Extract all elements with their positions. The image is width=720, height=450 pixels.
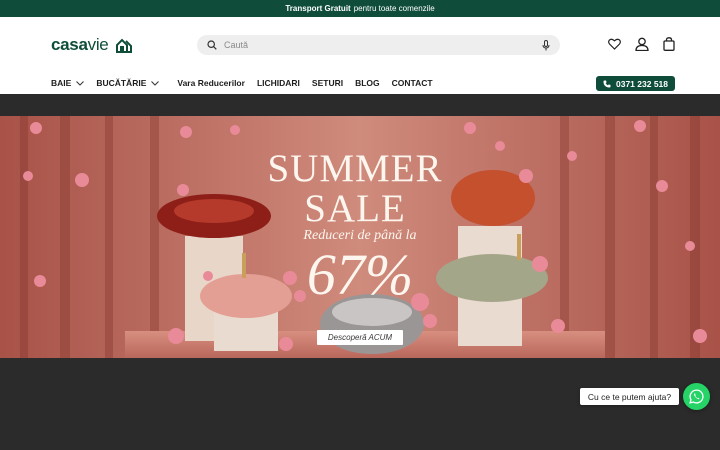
nav-item-contact[interactable]: CONTACT [392,78,433,88]
cart-icon[interactable] [663,37,675,51]
nav-label: BLOG [355,78,380,88]
house-icon [116,38,133,53]
nav-label: BAIE [51,78,72,88]
nav-item-blog[interactable]: BLOG [355,78,380,88]
nav-item-vara-reducerilor[interactable]: Vara Reducerilor [177,78,245,88]
main-nav: BAIE BUCĂTĂRIE Vara Reducerilor LICHIDAR… [51,77,445,89]
chevron-down-icon [76,80,85,86]
hero-banner[interactable]: SUMMER SALE Reduceri de până la 67% Desc… [0,116,720,358]
phone-number: 0371 232 518 [616,78,668,89]
nav-label: Vara Reducerilor [177,78,245,88]
site-header: casa vie Caută BAIE BUCĂTĂRIE Vara Reduc… [0,17,720,94]
logo-text-casa: casa [51,35,88,54]
announcement-bar: Transport Gratuit pentru toate comenzile [0,0,720,17]
microphone-icon[interactable] [542,39,550,51]
user-icon[interactable] [635,37,649,51]
nav-label: CONTACT [391,78,433,88]
logo-text-vie: vie [87,35,109,54]
search-icon [207,40,217,50]
whatsapp-icon [689,389,704,404]
chat-prompt[interactable]: Cu ce te putem ajuta? [580,388,679,405]
announcement-text: pentru toate comenzile [353,4,435,13]
nav-item-seturi[interactable]: SETURI [312,78,343,88]
nav-item-lichidari[interactable]: LICHIDARI [257,78,300,88]
nav-label: SETURI [311,78,344,88]
header-icons [608,37,675,51]
nav-item-baie[interactable]: BAIE [51,78,85,88]
phone-icon [603,80,611,87]
nav-label: LICHIDARI [256,78,300,88]
discover-now-button[interactable]: Descoperă ACUM [317,330,403,345]
phone-button[interactable]: 0371 232 518 [596,76,675,91]
chevron-down-icon [151,80,160,86]
logo[interactable]: casa vie [51,35,133,54]
hero-title-line2: SALE [304,187,406,230]
spacer [0,94,720,116]
whatsapp-button[interactable] [683,383,710,410]
search-bar[interactable]: Caută [197,35,560,55]
announcement-bold: Transport Gratuit [285,4,351,13]
heart-icon[interactable] [608,38,621,50]
nav-item-bucatarie[interactable]: BUCĂTĂRIE [96,78,160,88]
search-input[interactable]: Caută [224,40,542,50]
hero-title: SUMMER SALE [230,149,480,229]
hero-title-line1: SUMMER [267,147,443,190]
hero-percent: 67% [306,242,414,307]
nav-label: BUCĂTĂRIE [96,78,147,88]
